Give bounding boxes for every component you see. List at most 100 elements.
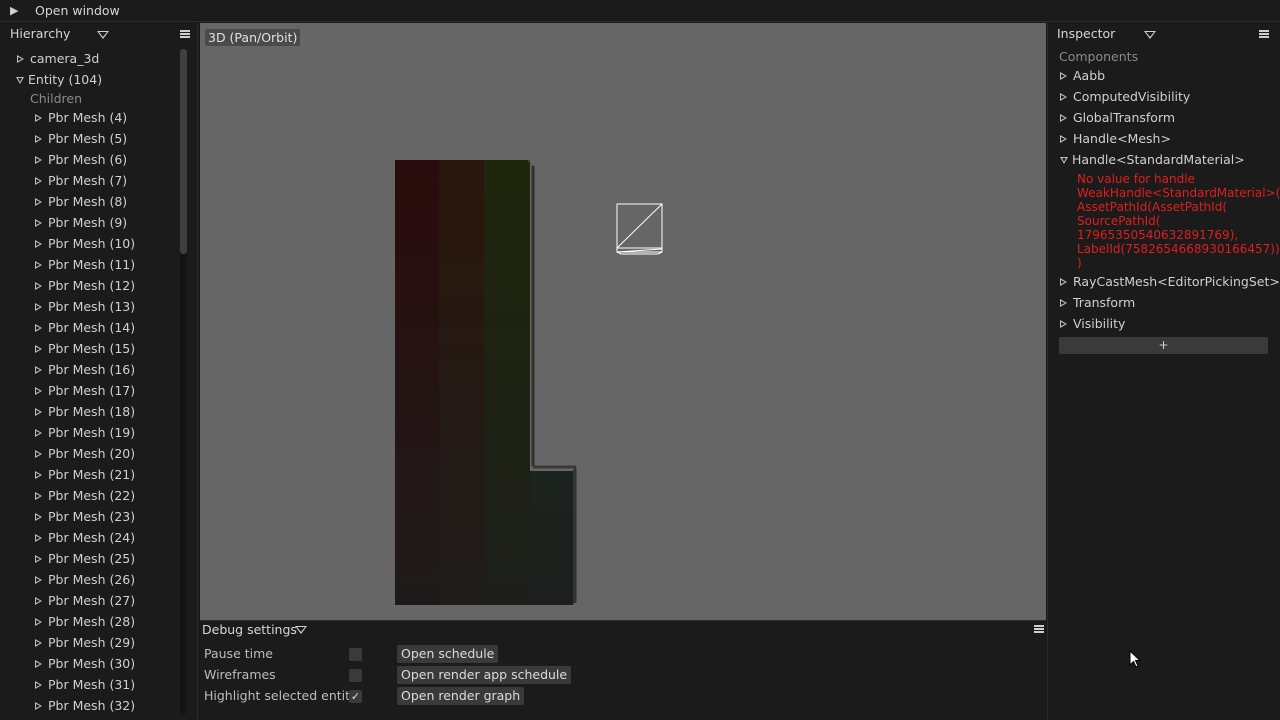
tree-item-child[interactable]: Pbr Mesh (9) <box>35 213 127 233</box>
component-row[interactable]: Handle<Mesh> <box>1060 129 1171 149</box>
component-row[interactable]: GlobalTransform <box>1060 108 1175 128</box>
inspector-collapse-icon[interactable] <box>1144 31 1156 39</box>
tree-item-child[interactable]: Pbr Mesh (26) <box>35 570 135 590</box>
hierarchy-collapse-icon[interactable] <box>97 31 109 39</box>
tree-item-child[interactable]: Pbr Mesh (21) <box>35 465 135 485</box>
tree-item-child[interactable]: Pbr Mesh (25) <box>35 549 135 569</box>
tree-item-child[interactable]: Pbr Mesh (5) <box>35 129 127 149</box>
collapsed-arrow-icon[interactable] <box>35 324 42 332</box>
collapsed-arrow-icon[interactable] <box>1060 114 1067 122</box>
tree-item-child[interactable]: Pbr Mesh (24) <box>35 528 135 548</box>
collapsed-arrow-icon[interactable] <box>35 198 42 206</box>
inspector-menu-icon[interactable] <box>1259 30 1269 38</box>
tree-item-entity[interactable]: Entity (104) <box>16 70 102 90</box>
collapsed-arrow-icon[interactable] <box>35 156 42 164</box>
tree-item-child[interactable]: Pbr Mesh (19) <box>35 423 135 443</box>
collapsed-arrow-icon[interactable] <box>35 471 42 479</box>
collapsed-arrow-icon[interactable] <box>35 597 42 605</box>
collapsed-arrow-icon[interactable] <box>1060 72 1067 80</box>
collapsed-arrow-icon[interactable] <box>1060 135 1067 143</box>
open-window-label[interactable]: Open window <box>35 3 120 18</box>
collapsed-arrow-icon[interactable] <box>35 429 42 437</box>
tree-item-child[interactable]: Pbr Mesh (28) <box>35 612 135 632</box>
component-label: ComputedVisibility <box>1073 89 1191 104</box>
tree-item-child[interactable]: Pbr Mesh (15) <box>35 339 135 359</box>
collapsed-arrow-icon[interactable] <box>35 534 42 542</box>
collapsed-arrow-icon[interactable] <box>1060 299 1067 307</box>
open-render-graph-button[interactable]: Open render graph <box>397 687 525 705</box>
collapsed-arrow-icon[interactable] <box>35 555 42 563</box>
collapsed-arrow-icon[interactable] <box>35 639 42 647</box>
collapsed-arrow-icon[interactable] <box>35 576 42 584</box>
component-row[interactable]: ComputedVisibility <box>1060 87 1190 107</box>
collapsed-arrow-icon[interactable] <box>35 681 42 689</box>
tree-item-child[interactable]: Pbr Mesh (32) <box>35 696 135 716</box>
tree-item-child[interactable]: Pbr Mesh (8) <box>35 192 127 212</box>
collapsed-arrow-icon[interactable] <box>35 387 42 395</box>
debug-collapse-icon[interactable] <box>295 626 307 634</box>
collapsed-arrow-icon[interactable] <box>35 366 42 374</box>
debug-menu-icon[interactable] <box>1034 625 1044 633</box>
tree-item-child[interactable]: Pbr Mesh (30) <box>35 654 135 674</box>
tree-item-child[interactable]: Pbr Mesh (29) <box>35 633 135 653</box>
hierarchy-menu-icon[interactable] <box>180 30 190 38</box>
highlight-selected-checkbox[interactable]: ✓ <box>349 690 362 703</box>
collapsed-arrow-icon[interactable] <box>35 135 42 143</box>
open-render-app-schedule-button[interactable]: Open render app schedule <box>397 666 572 684</box>
collapsed-arrow-icon[interactable] <box>1060 278 1067 286</box>
scene-viewport[interactable]: 3D (Pan/Orbit) <box>200 23 1046 620</box>
tree-item-child[interactable]: Pbr Mesh (22) <box>35 486 135 506</box>
collapsed-arrow-icon[interactable] <box>1060 320 1067 328</box>
collapsed-arrow-icon[interactable] <box>35 282 42 290</box>
collapsed-arrow-icon[interactable] <box>1060 93 1067 101</box>
collapsed-arrow-icon[interactable] <box>35 513 42 521</box>
tree-item-child[interactable]: Pbr Mesh (20) <box>35 444 135 464</box>
tree-item-child[interactable]: Pbr Mesh (14) <box>35 318 135 338</box>
mouse-cursor-icon <box>1129 650 1142 668</box>
add-component-button[interactable]: + <box>1059 337 1268 354</box>
play-icon[interactable]: ▶ <box>10 4 18 17</box>
collapsed-arrow-icon[interactable] <box>35 261 42 269</box>
collapsed-arrow-icon[interactable] <box>35 702 42 710</box>
collapsed-arrow-icon[interactable] <box>35 219 42 227</box>
tree-item-child[interactable]: Pbr Mesh (16) <box>35 360 135 380</box>
tree-item-child[interactable]: Pbr Mesh (23) <box>35 507 135 527</box>
component-row[interactable]: Transform <box>1060 293 1135 313</box>
hierarchy-scrollbar[interactable] <box>180 49 187 714</box>
open-schedule-button[interactable]: Open schedule <box>397 645 499 663</box>
tree-item-child[interactable]: Pbr Mesh (11) <box>35 255 135 275</box>
collapsed-arrow-icon[interactable] <box>35 408 42 416</box>
collapsed-arrow-icon[interactable] <box>35 618 42 626</box>
debug-settings-panel: Debug settings Pause time Open schedule … <box>200 620 1046 720</box>
tree-item-child[interactable]: Pbr Mesh (27) <box>35 591 135 611</box>
component-row[interactable]: Handle<StandardMaterial> <box>1060 150 1245 170</box>
collapsed-arrow-icon[interactable] <box>35 492 42 500</box>
collapsed-arrow-icon[interactable] <box>35 303 42 311</box>
tree-item-child[interactable]: Pbr Mesh (17) <box>35 381 135 401</box>
tree-item-child[interactable]: Pbr Mesh (6) <box>35 150 127 170</box>
pause-time-checkbox[interactable] <box>349 648 362 661</box>
tree-item-child[interactable]: Pbr Mesh (31) <box>35 675 135 695</box>
collapsed-arrow-icon[interactable] <box>35 240 42 248</box>
collapsed-arrow-icon[interactable] <box>35 660 42 668</box>
tree-item-camera[interactable]: camera_3d <box>17 49 99 69</box>
component-row[interactable]: Visibility <box>1060 314 1125 334</box>
tree-item-child[interactable]: Pbr Mesh (10) <box>35 234 135 254</box>
collapsed-arrow-icon[interactable] <box>35 114 42 122</box>
tree-item-child[interactable]: Pbr Mesh (13) <box>35 297 135 317</box>
tree-item-child[interactable]: Pbr Mesh (7) <box>35 171 127 191</box>
wireframes-checkbox[interactable] <box>349 669 362 682</box>
collapsed-arrow-icon[interactable] <box>35 450 42 458</box>
expanded-arrow-icon[interactable] <box>16 77 24 84</box>
hierarchy-scroll-thumb[interactable] <box>180 49 187 254</box>
collapsed-arrow-icon[interactable] <box>35 177 42 185</box>
component-row[interactable]: Aabb <box>1060 66 1105 86</box>
collapsed-arrow-icon[interactable] <box>17 55 24 63</box>
expanded-arrow-icon[interactable] <box>1060 157 1068 164</box>
tree-item-child[interactable]: Pbr Mesh (18) <box>35 402 135 422</box>
tree-item-label: Pbr Mesh (9) <box>48 215 128 230</box>
tree-item-child[interactable]: Pbr Mesh (4) <box>35 108 127 128</box>
tree-item-child[interactable]: Pbr Mesh (12) <box>35 276 135 296</box>
component-row[interactable]: RayCastMesh<EditorPickingSet> <box>1060 272 1280 292</box>
collapsed-arrow-icon[interactable] <box>35 345 42 353</box>
